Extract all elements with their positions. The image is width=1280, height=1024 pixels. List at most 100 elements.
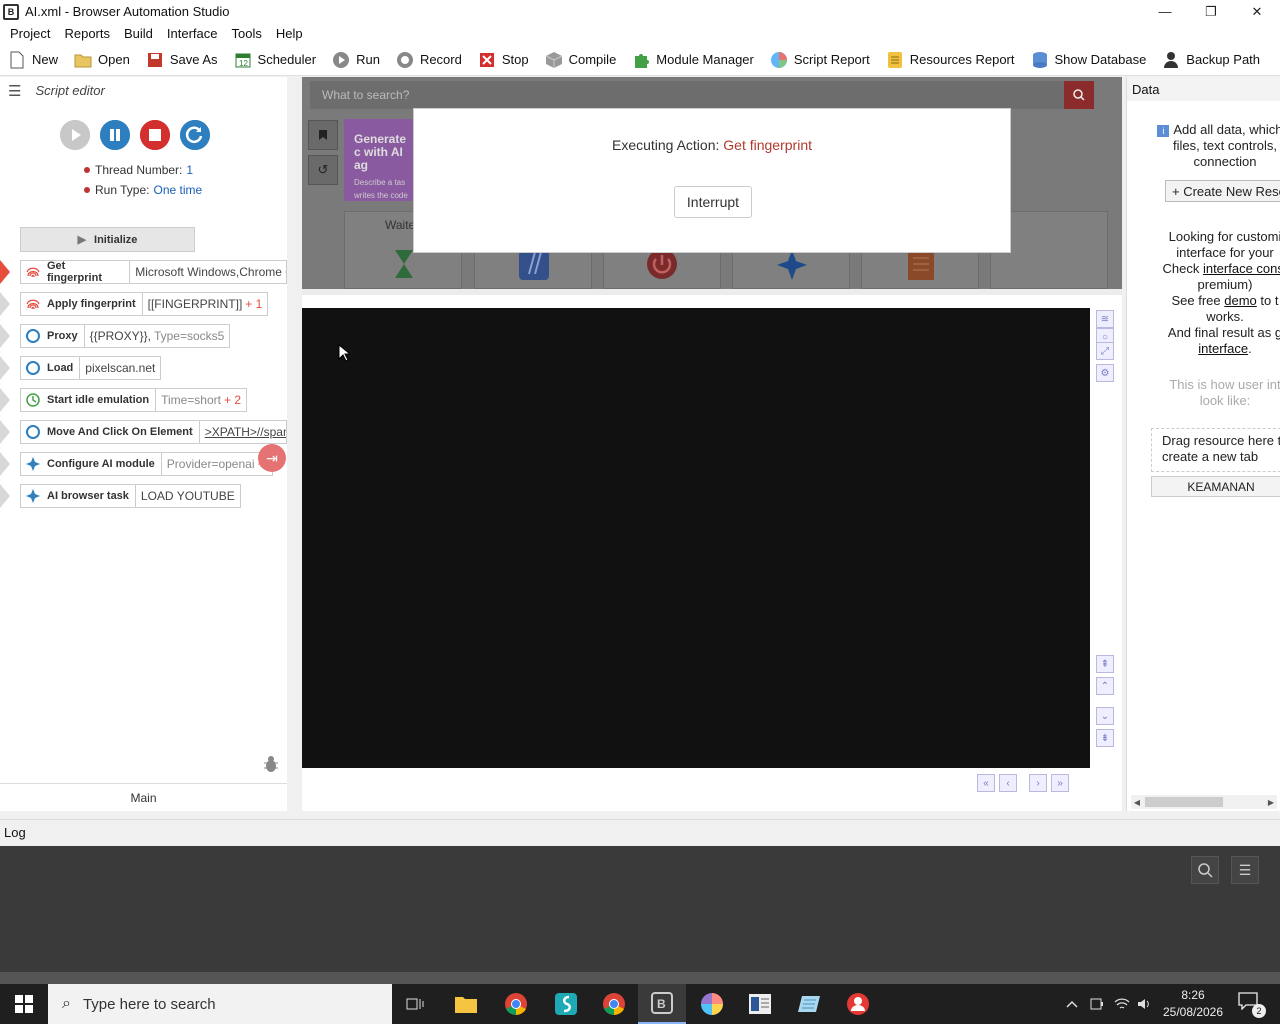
browser-viewport[interactable]	[302, 308, 1090, 768]
data-panel-scrollbar[interactable]: ◀ ▶	[1131, 795, 1277, 809]
save-icon	[146, 51, 164, 69]
log-status-strip	[0, 972, 1280, 984]
run-button[interactable]: Run	[324, 45, 388, 75]
color-wheel-app-icon[interactable]	[688, 984, 736, 1024]
record-button[interactable]: Record	[388, 45, 470, 75]
main-tab[interactable]: Main	[0, 783, 287, 811]
play-button[interactable]	[60, 120, 90, 150]
notepad-app-icon[interactable]	[786, 984, 834, 1024]
scroll-bottom-icon[interactable]: ⇟	[1096, 729, 1114, 747]
interface-link[interactable]: interface	[1198, 341, 1248, 356]
surfshark-icon[interactable]	[542, 984, 590, 1024]
restart-button[interactable]	[180, 120, 210, 150]
scroll-left-arrow-icon[interactable]: ◀	[1131, 795, 1143, 809]
scroll-down-icon[interactable]: ⌄	[1096, 707, 1114, 725]
close-button[interactable]: ✕	[1234, 0, 1280, 23]
windows-start-icon[interactable]	[0, 984, 48, 1024]
minimize-button[interactable]: —	[1142, 0, 1188, 23]
triangle-right-icon: ▶	[77, 234, 87, 246]
exit-icon[interactable]: ⇥	[258, 444, 286, 472]
taskbar-search-input[interactable]: ⌕ Type here to search	[48, 984, 392, 1024]
script-report-button[interactable]: Script Report	[762, 45, 878, 75]
bug-icon[interactable]	[262, 755, 282, 775]
windows-taskbar: ⌕ Type here to search B 8:26 25/08/2026 …	[0, 984, 1280, 1024]
settings-gear-icon[interactable]: ⚙	[1096, 364, 1114, 382]
drag-resource-dropzone[interactable]: Drag resource here t create a new tab	[1151, 428, 1280, 472]
open-button[interactable]: Open	[66, 45, 138, 75]
interrupt-button[interactable]: Interrupt	[674, 186, 752, 218]
log-search-icon[interactable]	[1191, 856, 1219, 884]
taskbar-clock[interactable]: 8:26 25/08/2026	[1160, 987, 1226, 1021]
keamanan-tab[interactable]: KEAMANAN	[1151, 476, 1280, 497]
page-search-input[interactable]: What to search?	[310, 81, 1064, 109]
fullscreen-icon[interactable]: ⤢	[1096, 342, 1114, 360]
menu-project[interactable]: Project	[3, 26, 57, 41]
action-start-idle-emulation[interactable]: Start idle emulation Time=short + 2	[0, 388, 247, 412]
scroll-right-arrow-icon[interactable]: ▶	[1265, 795, 1277, 809]
scroll-right-icon[interactable]: ›	[1029, 774, 1047, 792]
scheduler-button[interactable]: 12 Scheduler	[226, 45, 325, 75]
interface-constructor-link[interactable]: interface const	[1203, 261, 1280, 276]
action-ai-browser-task[interactable]: AI browser task LOAD YOUTUBE	[0, 484, 241, 508]
search-icon[interactable]	[1064, 81, 1094, 109]
menu-interface[interactable]: Interface	[160, 26, 225, 41]
action-apply-fingerprint[interactable]: Apply fingerprint [[FINGERPRINT]] + 1	[0, 292, 269, 316]
browser-automation-studio-icon[interactable]: B	[638, 984, 686, 1024]
menu-build[interactable]: Build	[117, 26, 160, 41]
final-result-link[interactable]: g	[1275, 325, 1280, 340]
scroll-left-icon[interactable]: ‹	[999, 774, 1017, 792]
action-move-and-click[interactable]: Move And Click On Element >XPATH>//span	[0, 420, 287, 444]
menu-tools[interactable]: Tools	[225, 26, 269, 41]
action-load[interactable]: Load pixelscan.net	[0, 356, 162, 380]
backup-path-button[interactable]: Backup Path	[1154, 45, 1268, 75]
run-type-info: Run Type: One time	[84, 180, 287, 200]
document-app-icon[interactable]	[736, 984, 784, 1024]
scroll-up-icon[interactable]: ⌃	[1096, 677, 1114, 695]
menu-reports[interactable]: Reports	[57, 26, 117, 41]
maximize-button[interactable]: ❐	[1188, 0, 1234, 23]
mouse-cursor-icon	[338, 344, 350, 362]
initialize-button[interactable]: ▶ Initialize	[20, 227, 195, 252]
stop-square-icon	[140, 120, 170, 150]
scrollbar-thumb[interactable]	[1145, 797, 1223, 807]
scroll-leftmost-icon[interactable]: «	[977, 774, 995, 792]
scroll-top-icon[interactable]: ⇞	[1096, 655, 1114, 673]
compile-button[interactable]: Compile	[537, 45, 625, 75]
pause-button[interactable]	[100, 120, 130, 150]
thread-number-info: Thread Number: 1	[84, 160, 287, 180]
user-app-icon[interactable]	[834, 984, 882, 1024]
stop-script-button[interactable]	[140, 120, 170, 150]
chrome-icon[interactable]	[492, 984, 540, 1024]
save-as-button[interactable]: Save As	[138, 45, 226, 75]
menu-help[interactable]: Help	[269, 26, 310, 41]
new-button[interactable]: New	[0, 45, 66, 75]
file-explorer-icon[interactable]	[442, 984, 490, 1024]
action-proxy[interactable]: Proxy {{PROXY}}, Type=socks5	[0, 324, 231, 348]
module-manager-button[interactable]: Module Manager	[624, 45, 762, 75]
action-get-fingerprint[interactable]: Get fingerprint Microsoft Windows,Chrome…	[0, 260, 287, 284]
wifi-icon[interactable]	[1113, 984, 1131, 1024]
show-database-button[interactable]: Show Database	[1023, 45, 1155, 75]
bookmark-icon[interactable]	[308, 120, 338, 150]
task-view-icon[interactable]	[392, 984, 440, 1024]
action-configure-ai-module[interactable]: Configure AI module Provider=openai+	[0, 452, 273, 476]
title-bar: B AI.xml - Browser Automation Studio — ❐…	[0, 0, 1280, 23]
demo-link[interactable]: demo	[1224, 293, 1257, 308]
chrome-profile-icon[interactable]	[590, 984, 638, 1024]
stop-button[interactable]: Stop	[470, 45, 537, 75]
script-editor-header: ☰ Script editor	[0, 77, 287, 104]
signal-icon[interactable]: ≋	[1096, 310, 1114, 328]
svg-text:12: 12	[239, 59, 248, 68]
history-icon[interactable]: ↺	[308, 155, 338, 185]
create-new-resource-button[interactable]: + Create New Reso	[1165, 180, 1280, 202]
log-menu-icon[interactable]: ☰	[1231, 856, 1259, 884]
panel-splitter[interactable]	[287, 77, 301, 811]
scroll-rightmost-icon[interactable]: »	[1051, 774, 1069, 792]
menu-bar: Project Reports Build Interface Tools He…	[0, 23, 1280, 44]
battery-icon[interactable]	[1089, 984, 1105, 1024]
volume-icon[interactable]	[1136, 984, 1152, 1024]
show-hidden-icons-icon[interactable]	[1064, 984, 1080, 1024]
hamburger-menu-icon[interactable]: ☰	[8, 82, 21, 100]
resources-report-button[interactable]: Resources Report	[878, 45, 1023, 75]
log-area[interactable]: ☰	[0, 846, 1280, 972]
